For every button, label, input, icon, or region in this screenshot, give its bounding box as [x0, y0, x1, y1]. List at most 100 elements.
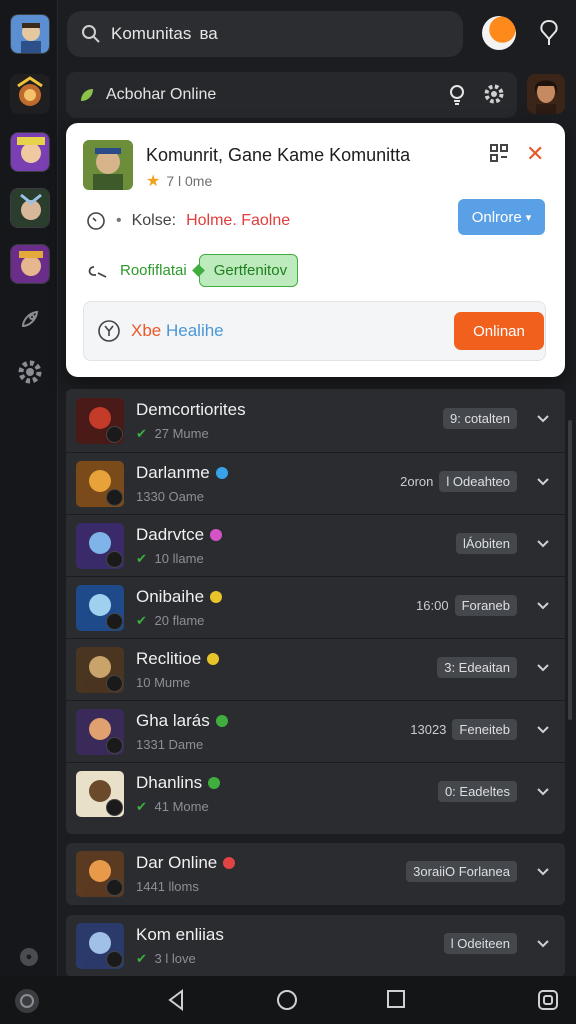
- rocket-icon[interactable]: [14, 303, 46, 335]
- list-item[interactable]: Darlanme 1330 Oame 2oron l Odeahteo: [66, 452, 565, 514]
- list-item[interactable]: Dar Online 1441 lloms 3oraiiO Forlanea: [66, 843, 565, 905]
- left-rail: ●: [0, 0, 58, 976]
- list-item-tag-row: 3: Edeaitan: [437, 657, 517, 678]
- recents-icon[interactable]: [385, 988, 407, 1010]
- list-item-name: Demcortiorites: [136, 400, 246, 419]
- server-icon-3[interactable]: [10, 188, 50, 228]
- list-item-meta-text: 41 Mome: [154, 799, 209, 814]
- verification-row: Roofiflatai Gertfenitov: [86, 254, 299, 287]
- list-item-name: Dhanlins: [136, 773, 203, 792]
- website-prefix: Xbe: [131, 321, 166, 340]
- list-item-meta: 1441 lloms: [136, 879, 199, 894]
- list-item[interactable]: Onibaihe ✔ 20 flame 16:00 Foraneb: [66, 576, 565, 638]
- list-item-name: Dar Online: [136, 853, 218, 872]
- list-item[interactable]: Reclitioe 10 Mume 3: Edeaitan: [66, 638, 565, 700]
- list-item-meta-text: 1331 Dame: [136, 737, 204, 752]
- app-avatar[interactable]: [10, 14, 50, 54]
- link-icon: [88, 265, 107, 278]
- list-item-tag-row: 3oraiiO Forlanea: [406, 861, 517, 882]
- scrollbar[interactable]: [568, 420, 572, 720]
- channel-header: Acbohar Online: [66, 72, 517, 118]
- assistant-icon[interactable]: [12, 986, 42, 1016]
- website-link[interactable]: Healihe: [166, 321, 224, 340]
- online-dot-icon: [215, 467, 228, 479]
- list-item-name: Onibaihe: [136, 587, 205, 606]
- list-item-meta: 1331 Dame: [136, 737, 203, 752]
- list-item-name: Gha larás: [136, 711, 210, 730]
- status-orb-icon[interactable]: [482, 16, 516, 50]
- server-icon-1[interactable]: [10, 74, 50, 114]
- chevron-down-icon[interactable]: [535, 783, 551, 799]
- chevron-down-icon[interactable]: [535, 410, 551, 426]
- list-item[interactable]: Dhanlins ✔ 41 Mome 0: Eadeltes: [66, 762, 565, 824]
- list-item-meta-text: 10 llame: [154, 551, 204, 566]
- online-dot-icon: [208, 777, 221, 789]
- chevron-down-icon[interactable]: [535, 597, 551, 613]
- list-item-tag-row: 13023 Feneiteb: [410, 719, 517, 740]
- list-item-tag: 0: Eadeltes: [437, 781, 517, 802]
- list-item-thumbnail: [76, 398, 124, 444]
- list-item-tag: lÁobiten: [456, 533, 517, 554]
- star-icon: ★: [146, 173, 161, 190]
- list-item-badge-icon: [106, 426, 123, 443]
- gear-icon[interactable]: [483, 83, 505, 105]
- list-item-meta-text: 27 Mume: [154, 426, 209, 441]
- list-item[interactable]: Demcortiorites ✔ 27 Mume 9: cotalten: [66, 390, 565, 452]
- search-icon: [82, 25, 100, 43]
- online-button-label: Onlrore: [471, 208, 522, 226]
- screenshot-icon[interactable]: [536, 988, 560, 1012]
- chevron-down-icon[interactable]: [535, 473, 551, 489]
- search-input[interactable]: Komunitas ​ва: [111, 24, 218, 44]
- server-icon-4[interactable]: [10, 244, 50, 284]
- list-item-meta: ✔ 41 Mome: [136, 799, 209, 815]
- back-icon[interactable]: [165, 988, 187, 1012]
- settings-gear-icon[interactable]: [14, 356, 46, 388]
- leaf-icon: [81, 89, 93, 101]
- list-item-tag: 3oraiiO Forlanea: [406, 861, 517, 882]
- list-item-badge-icon: [106, 798, 123, 816]
- chevron-down-icon[interactable]: [535, 535, 551, 551]
- online-dropdown-button[interactable]: Onlrore ▾: [458, 199, 545, 235]
- list-item-thumbnail: [76, 851, 124, 897]
- list-item-badge-icon: [106, 674, 123, 692]
- list-item-meta: 1330 Oame: [136, 489, 204, 504]
- website-text: Xbe Healihe: [131, 321, 224, 341]
- list-item-badge-icon: [106, 879, 123, 896]
- list-item-tag: l Odeahteo: [439, 471, 517, 492]
- list-item-name-row: Kom enliias: [136, 925, 224, 945]
- list-item[interactable]: Dadrvtce ✔ 10 llame lÁobiten: [66, 514, 565, 576]
- list-item[interactable]: Kom enliias ✔ 3 l love l Odeiteen: [66, 915, 565, 977]
- lightbulb-icon[interactable]: [447, 84, 467, 106]
- list-item-name-row: Darlanme: [136, 463, 228, 483]
- chevron-down-icon[interactable]: [535, 659, 551, 675]
- status-row: • Kolse: Holme. Faolne: [86, 211, 290, 231]
- community-card: Komunrit, Gane Kame Komunitta ★ 7 l 0me …: [66, 123, 565, 377]
- search-bar[interactable]: Komunitas ​ва: [67, 11, 463, 57]
- list-item-tag-row: l Odeiteen: [443, 933, 517, 954]
- list-item[interactable]: Gha larás 1331 Dame 13023 Feneiteb: [66, 700, 565, 762]
- join-online-button[interactable]: Onlinan: [454, 312, 544, 350]
- user-avatar[interactable]: [527, 74, 565, 114]
- clock-icon: [87, 212, 105, 230]
- list-item-meta-text: 20 flame: [154, 613, 205, 628]
- server-icon-2[interactable]: [10, 132, 50, 172]
- chevron-down-icon[interactable]: [535, 721, 551, 737]
- status-value: Holme. Faolne: [186, 212, 291, 229]
- chevron-down-icon[interactable]: [535, 863, 551, 879]
- channel-title: Acbohar Online: [106, 86, 217, 103]
- status-dot-icon[interactable]: ●: [20, 948, 38, 966]
- qr-code-icon[interactable]: [489, 143, 509, 163]
- chevron-down-icon[interactable]: [535, 935, 551, 951]
- bullet-icon: •: [116, 212, 122, 229]
- list-item-thumbnail: [76, 708, 124, 755]
- check-icon: ✔: [136, 951, 147, 966]
- list-item-name: Reclitioe: [136, 649, 202, 668]
- close-icon[interactable]: ✕: [526, 141, 544, 167]
- verified-badge[interactable]: Gertfenitov: [198, 254, 299, 287]
- card-title: Komunrit, Gane Kame Komunitta: [146, 145, 411, 165]
- card-subtitle-text: 7 l 0me: [166, 173, 213, 189]
- website-row: Xbe Healihe Onlinan: [83, 301, 546, 361]
- pin-icon[interactable]: [536, 18, 562, 48]
- home-icon[interactable]: [275, 988, 299, 1012]
- list-item-name-row: Dar Online: [136, 853, 236, 873]
